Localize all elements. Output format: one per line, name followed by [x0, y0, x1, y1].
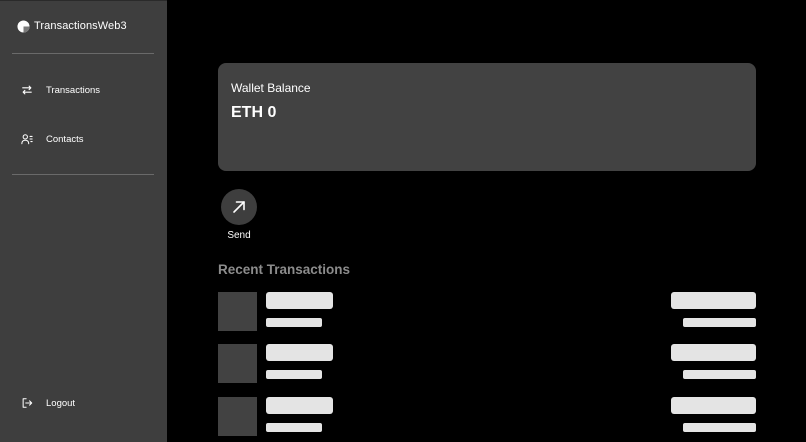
brand[interactable]: TransactionsWeb3	[17, 18, 127, 34]
transaction-date-placeholder	[683, 318, 756, 327]
transaction-date-placeholder	[683, 423, 756, 432]
wallet-balance-title: Wallet Balance	[231, 81, 311, 95]
transaction-row-skeleton	[218, 397, 756, 437]
contacts-list-icon	[20, 132, 34, 146]
transaction-amount-placeholder	[671, 292, 756, 309]
logout-button[interactable]: Logout	[20, 394, 75, 412]
transaction-avatar-placeholder	[218, 397, 257, 436]
recent-transactions-title: Recent Transactions	[218, 262, 351, 277]
transaction-subtitle-placeholder	[266, 318, 322, 327]
sidebar-divider-top	[12, 53, 154, 54]
arrow-up-right-icon	[233, 201, 245, 213]
wallet-balance-value: ETH 0	[231, 104, 277, 121]
sidebar: TransactionsWeb3 Transactions Contacts L…	[0, 0, 167, 442]
transaction-title-placeholder	[266, 344, 333, 361]
transaction-title-placeholder	[266, 292, 333, 309]
transaction-subtitle-placeholder	[266, 370, 322, 379]
send-button[interactable]	[221, 189, 257, 225]
transaction-date-placeholder	[683, 370, 756, 379]
logout-label: Logout	[46, 397, 76, 409]
logout-icon	[20, 396, 34, 410]
sidebar-divider-bottom	[12, 174, 154, 175]
app-name: TransactionsWeb3	[34, 20, 127, 32]
sidebar-item-label: Contacts	[46, 133, 84, 145]
transaction-row-skeleton	[218, 292, 756, 332]
transaction-avatar-placeholder	[218, 292, 257, 331]
send-label: Send	[227, 230, 251, 241]
transaction-amount-placeholder	[671, 344, 756, 361]
sidebar-item-label: Transactions	[46, 84, 101, 96]
half-circle-logo-icon	[17, 19, 30, 33]
wallet-balance-card: Wallet Balance ETH 0	[218, 63, 756, 171]
transaction-amount-placeholder	[671, 397, 756, 414]
transaction-avatar-placeholder	[218, 344, 257, 383]
sidebar-item-transactions[interactable]: Transactions	[20, 81, 100, 99]
sidebar-item-contacts[interactable]: Contacts	[20, 130, 84, 148]
transaction-title-placeholder	[266, 397, 333, 414]
swap-arrows-icon	[20, 83, 34, 97]
transaction-subtitle-placeholder	[266, 423, 322, 432]
transaction-row-skeleton	[218, 344, 756, 384]
